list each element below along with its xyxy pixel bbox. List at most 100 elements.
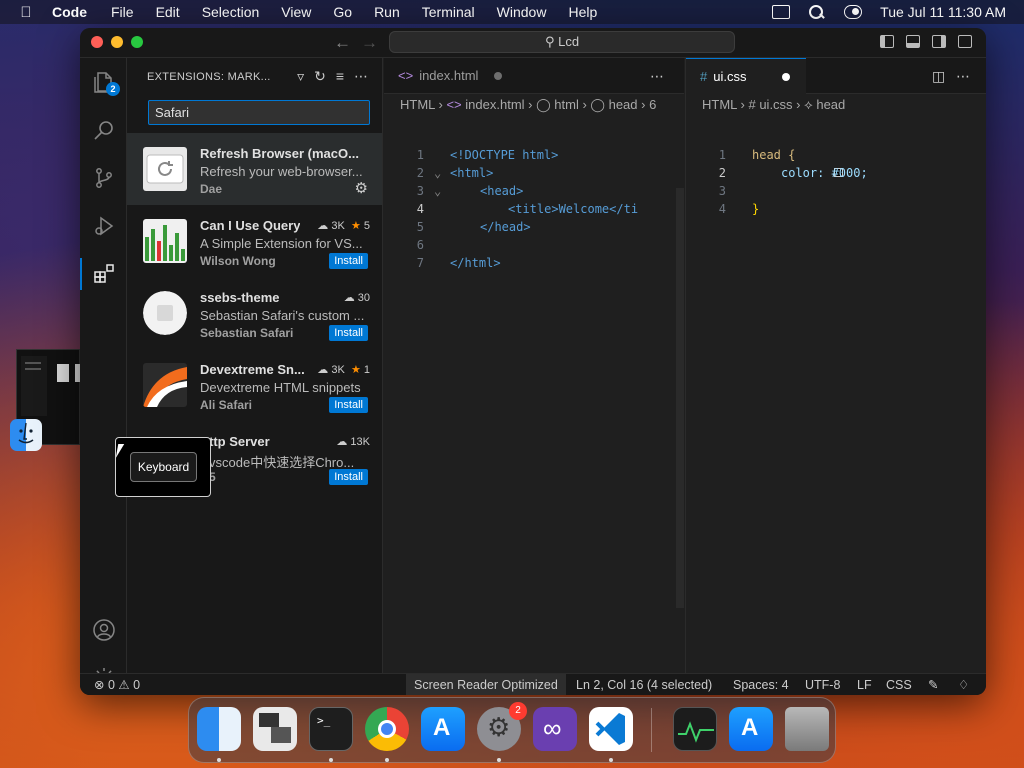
- filter-icon[interactable]: ▿: [297, 68, 304, 85]
- trash-icon[interactable]: [785, 707, 829, 751]
- menu-file[interactable]: File: [111, 4, 134, 20]
- extensions-search-input[interactable]: Safari: [148, 100, 370, 125]
- visual-studio-icon[interactable]: ∞: [533, 707, 577, 751]
- extensions-icon[interactable]: [80, 254, 127, 294]
- fold-chevron-icon[interactable]: ⌄: [434, 164, 441, 182]
- language-mode[interactable]: CSS: [886, 674, 912, 695]
- extension-item[interactable]: ssebs-theme ☁ 30 Sebastian Safari's cust…: [127, 277, 382, 349]
- extension-item[interactable]: Refresh Browser (macO... Refresh your we…: [127, 133, 382, 205]
- control-center-icon[interactable]: [844, 5, 863, 19]
- extension-stats: ☁ 3K ★ 5: [317, 220, 370, 232]
- accounts-icon[interactable]: [80, 610, 127, 650]
- extension-author: Ali Safari: [200, 398, 253, 412]
- editor-tabs: # ui.css ◫ ⋯: [686, 58, 986, 94]
- line-ending[interactable]: LF: [857, 674, 872, 695]
- explorer-icon[interactable]: 2: [80, 62, 127, 102]
- breadcrumb-item[interactable]: 6: [649, 97, 656, 112]
- source-control-icon[interactable]: [80, 158, 127, 198]
- window-minimize-button[interactable]: [111, 36, 123, 48]
- app-store-icon[interactable]: A: [729, 707, 773, 751]
- system-settings-icon[interactable]: ⚙ 2: [477, 702, 527, 751]
- breadcrumb-item[interactable]: ui.css: [759, 97, 792, 112]
- customize-layout-icon[interactable]: [958, 35, 972, 48]
- menu-selection[interactable]: Selection: [202, 4, 260, 20]
- menu-window[interactable]: Window: [497, 4, 547, 20]
- unsaved-dot-icon: [494, 72, 503, 80]
- breadcrumb-item[interactable]: head: [609, 97, 638, 112]
- sidebar-title: EXTENSIONS: MARK...: [147, 71, 271, 83]
- chrome-icon[interactable]: [365, 707, 409, 751]
- menu-view[interactable]: View: [281, 4, 311, 20]
- line-number: 3: [718, 184, 726, 198]
- terminal-icon[interactable]: >_: [309, 707, 353, 751]
- split-editor-icon[interactable]: ◫: [932, 68, 945, 85]
- code-line: color: #000;: [781, 166, 868, 180]
- install-button[interactable]: Install: [329, 397, 368, 413]
- clear-results-icon[interactable]: ≡: [336, 68, 344, 85]
- window-maximize-button[interactable]: [131, 36, 143, 48]
- spotlight-search-icon[interactable]: [808, 5, 826, 19]
- finder-icon[interactable]: [10, 419, 42, 451]
- scrollbar[interactable]: [676, 188, 684, 608]
- more-actions-icon[interactable]: ⋯: [956, 68, 970, 85]
- error-icon: ⊗: [94, 678, 105, 692]
- extension-author: Sebastian Safari: [200, 326, 294, 340]
- install-button[interactable]: Install: [329, 325, 368, 341]
- app-store-icon[interactable]: A: [421, 707, 465, 751]
- toggle-panel-icon[interactable]: [906, 35, 920, 48]
- indentation[interactable]: Spaces: 4: [733, 674, 789, 695]
- menu-run[interactable]: Run: [374, 4, 400, 20]
- menu-edit[interactable]: Edit: [156, 4, 180, 20]
- activity-monitor-icon[interactable]: [673, 707, 717, 751]
- search-view-icon[interactable]: [80, 110, 127, 150]
- apple-menu-icon[interactable]: : [0, 4, 52, 21]
- download-count: 13K: [350, 436, 370, 448]
- screen-reader-mode[interactable]: Screen Reader Optimized: [406, 674, 566, 695]
- breadcrumb-item[interactable]: HTML: [400, 97, 435, 112]
- menu-terminal[interactable]: Terminal: [422, 4, 475, 20]
- feedback-icon[interactable]: ✎: [928, 674, 938, 695]
- extension-item[interactable]: Can I Use Query ☁ 3K ★ 5 A Simple Extens…: [127, 205, 382, 277]
- menubar-clock[interactable]: Tue Jul 11 11:30 AM: [880, 4, 1006, 20]
- more-actions-icon[interactable]: ⋯: [650, 68, 664, 85]
- code-area[interactable]: 1 2 3 4 5 6 7 ⌄ ⌄ <!DOCTYPE html> <html>…: [384, 146, 684, 646]
- cursor-position[interactable]: Ln 2, Col 16 (4 selected): [576, 674, 712, 695]
- settings-badge: 2: [509, 702, 527, 720]
- more-actions-icon[interactable]: ⋯: [354, 68, 368, 85]
- back-arrow-icon[interactable]: ←: [334, 33, 351, 53]
- install-button[interactable]: Install: [329, 253, 368, 269]
- menu-help[interactable]: Help: [568, 4, 597, 20]
- breadcrumb-item[interactable]: index.html: [465, 97, 524, 112]
- breadcrumb-item[interactable]: html: [554, 97, 579, 112]
- toggle-primary-sidebar-icon[interactable]: [880, 35, 894, 48]
- menu-go[interactable]: Go: [333, 4, 352, 20]
- tab-ui-css[interactable]: # ui.css: [686, 58, 806, 94]
- breadcrumb-item[interactable]: head: [816, 97, 845, 112]
- notifications-bell-icon[interactable]: ♢: [958, 674, 969, 695]
- command-center[interactable]: ⚲ Lcd: [389, 31, 735, 53]
- run-debug-icon[interactable]: [80, 206, 127, 246]
- screen-mirroring-icon[interactable]: [772, 5, 791, 19]
- code-area[interactable]: 1 2 3 4 head { color: #000; }: [686, 146, 986, 646]
- refresh-icon[interactable]: ↻: [314, 68, 326, 85]
- fold-chevron-icon[interactable]: ⌄: [434, 182, 441, 200]
- vscode-icon[interactable]: [589, 707, 633, 751]
- menu-app-name[interactable]: Code: [52, 4, 87, 20]
- tab-index-html[interactable]: <> index.html: [384, 58, 510, 94]
- line-number: 2: [416, 166, 424, 180]
- running-indicator: [217, 758, 221, 762]
- extension-description: A Simple Extension for VS...: [200, 236, 363, 251]
- extension-item[interactable]: Devextreme Sn... ☁ 3K ★ 1 Devextreme HTM…: [127, 349, 382, 421]
- forward-arrow-icon[interactable]: →: [361, 33, 378, 53]
- window-close-button[interactable]: [91, 36, 103, 48]
- extension-gear-icon[interactable]: ⚙: [355, 179, 368, 197]
- toggle-secondary-sidebar-icon[interactable]: [932, 35, 946, 48]
- finder-icon[interactable]: [197, 707, 241, 751]
- preview-icon[interactable]: [253, 707, 297, 751]
- problems-indicator[interactable]: ⊗ 0 ⚠ 0: [94, 674, 140, 695]
- encoding[interactable]: UTF-8: [805, 674, 840, 695]
- breadcrumb-item[interactable]: HTML: [702, 97, 737, 112]
- extension-thumbnail: [143, 291, 187, 335]
- vscode-window: ← → ⚲ Lcd 2 1: [80, 28, 986, 695]
- install-button[interactable]: Install: [329, 469, 368, 485]
